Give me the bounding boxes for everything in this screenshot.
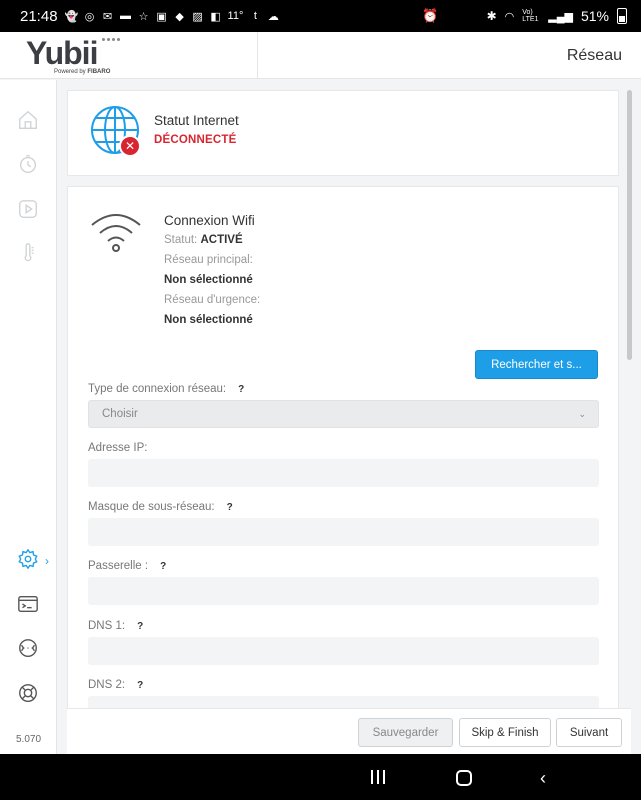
dns1-input[interactable] [88,637,599,665]
lifebuoy-icon[interactable] [17,682,39,704]
chevron-down-icon: ⌄ [578,409,586,419]
yubii-logo: Yubii [26,35,98,71]
dns1-label: DNS 1:? [88,620,144,632]
help-icon[interactable]: ? [227,502,233,513]
ip-address-label: Adresse IP: [88,442,148,454]
temperature-text: 11° [227,10,244,22]
thermometer-icon[interactable] [17,242,39,264]
search-networks-button[interactable]: Rechercher et s... [475,350,598,379]
help-icon[interactable]: ? [137,621,143,632]
gmail-icon: ✉ [102,10,113,23]
wifi-title: Connexion Wifi [164,213,255,228]
subnet-mask-input[interactable] [88,518,599,546]
wifi-status-row: Statut: ACTIVÉ [164,234,243,246]
bottom-toolbar: Sauvegarder Skip & Finish Suivant [67,708,631,754]
settings-icon[interactable] [17,548,39,570]
emergency-network-value: Non sélectionné [164,314,253,326]
skip-finish-button[interactable]: Skip & Finish [459,718,551,747]
battery-icon [617,8,627,24]
logo-subtitle: Powered by FIBARO [54,69,111,75]
wifi-status-icon: ◠ [504,10,515,23]
snapchat-icon: 👻 [64,10,79,23]
gateway-input[interactable] [88,577,599,605]
logo-area: Yubii Powered by FIBARO [0,32,258,79]
flipboard-icon: ◧ [210,10,221,23]
emergency-network-label: Réseau d'urgence: [164,294,261,306]
disconnected-badge-icon: ✕ [119,135,141,157]
linkedin-icon: ▣ [156,10,167,23]
internet-status-card: ✕ Statut Internet DÉCONNECTÉ [67,90,619,176]
network-text: Vo) LTE1 [522,9,539,23]
scrollbar[interactable] [627,90,632,360]
wifi-connection-card: Connexion Wifi Statut: ACTIVÉ Réseau pri… [67,186,619,708]
network-icon[interactable] [17,637,39,659]
connection-type-select[interactable]: Choisir ⌄ [88,400,599,428]
help-icon[interactable]: ? [238,384,244,395]
page-title: Réseau [566,47,622,64]
recent-apps-icon[interactable] [371,770,385,784]
star-icon: ☆ [138,10,149,23]
version-label: 5.070 [16,734,42,745]
battery-text: 51% [580,8,609,24]
back-icon[interactable]: ‹ [540,768,546,789]
logo-dots [102,38,120,41]
play-icon[interactable] [17,198,39,220]
home-button-icon[interactable] [456,770,472,786]
alarm-icon: ⏰ [422,8,439,23]
signal-icon: ▂▄▆ [548,10,573,23]
subnet-mask-label: Masque de sous-réseau:? [88,501,233,513]
internet-status-value: DÉCONNECTÉ [154,134,237,146]
clock-icon[interactable] [17,153,39,175]
clock-time: 21:48 [20,7,58,25]
ip-address-input[interactable] [88,459,599,487]
main-network-label: Réseau principal: [164,254,253,266]
main-network-value: Non sélectionné [164,274,253,286]
connection-type-label: Type de connexion réseau:? [88,383,245,395]
internet-status-title: Statut Internet [154,113,239,128]
system-navigation-bar: ‹ [0,754,641,800]
main-content: ✕ Statut Internet DÉCONNECTÉ Connexion W… [57,80,641,708]
next-button[interactable]: Suivant [556,718,622,747]
help-icon[interactable]: ? [137,680,143,691]
photos-icon: ▨ [192,10,203,23]
wifi-icon [91,214,141,252]
dns2-label: DNS 2:? [88,679,144,691]
help-icon[interactable]: ? [160,561,166,572]
dns2-input[interactable] [88,696,599,708]
cloud-icon: ☁ [267,10,279,23]
gateway-label: Passerelle :? [88,560,167,572]
bluetooth-icon: ✱ [486,9,497,23]
tumblr-icon: t [253,10,257,22]
chrome-icon: ◎ [84,10,95,23]
save-button[interactable]: Sauvegarder [358,718,453,747]
notification-icons: 👻 ◎ ✉ ▬ ☆ ▣ ◆ ▨ ◧ 11° t ☁ [64,10,280,23]
maps-icon: ◆ [175,10,184,23]
active-arrow-icon: › [45,554,49,568]
wifi-status-value: ACTIVÉ [200,234,243,246]
home-icon[interactable] [17,109,39,131]
mail-icon: ▬ [120,10,132,22]
terminal-icon[interactable] [17,593,39,615]
system-status-bar: 21:48 👻 ◎ ✉ ▬ ☆ ▣ ◆ ▨ ◧ 11° t ☁ ⏰ ✱ ◠ Vo… [0,0,641,32]
app-header: Yubii Powered by FIBARO Réseau [0,32,641,79]
sidebar: › 5.070 [0,80,57,754]
